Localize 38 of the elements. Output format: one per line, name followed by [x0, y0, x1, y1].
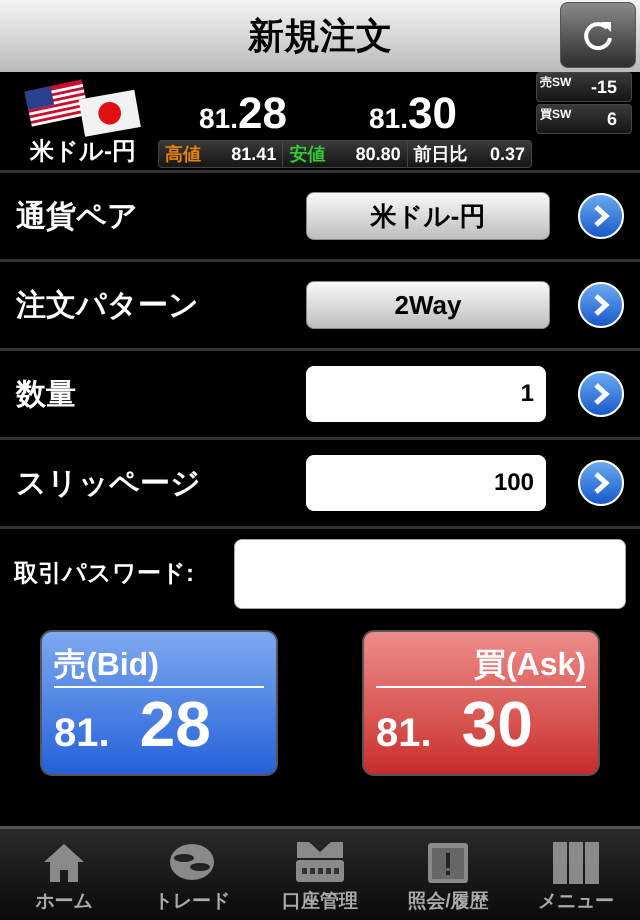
price-text: 81.30 [368, 92, 458, 138]
tab-item[interactable]: メニュー [512, 829, 640, 920]
tab-item[interactable]: トレード [128, 829, 256, 920]
grid-icon [553, 842, 599, 884]
field-label: 数量 [16, 376, 77, 412]
stat-label: 高値 [165, 142, 201, 166]
chevron-button[interactable] [578, 371, 624, 417]
order-button[interactable]: 買(Ask) 81. 30 [362, 630, 600, 776]
field-label: スリッページ [16, 466, 202, 502]
stat-value: 80.80 [356, 142, 401, 166]
select-button[interactable]: 米ドル-円 [306, 192, 550, 240]
chevron-button[interactable] [578, 193, 624, 239]
input-field[interactable]: 1 [306, 366, 546, 422]
tab-item[interactable]: 照会/履歴 [384, 829, 512, 920]
sw-value: 6 [606, 108, 617, 131]
chevron-button[interactable] [578, 460, 624, 506]
pair-name: 米ドル-円 [30, 137, 136, 167]
chevron-button[interactable] [578, 282, 624, 328]
window-title: 新規注文 [248, 14, 392, 58]
stat-value: 81.41 [231, 142, 276, 166]
sw-value: -15 [590, 76, 617, 99]
sw-label: 買SW [540, 106, 572, 123]
sw-label: 売SW [540, 74, 572, 91]
stat-label: 安値 [289, 142, 326, 166]
password-field[interactable] [234, 538, 626, 608]
order-button[interactable]: 売(Bid) 81. 28 [40, 630, 278, 776]
select-button[interactable]: 2Way [306, 281, 550, 329]
tab-item[interactable]: ホーム [0, 829, 128, 920]
stat-value: 0.37 [490, 142, 525, 166]
input-field[interactable]: 100 [306, 455, 546, 511]
refresh-button[interactable] [560, 2, 636, 68]
field-label: 取引パスワード: [14, 558, 195, 588]
field-label: 注文パターン [16, 288, 200, 324]
keyboard-icon [295, 840, 345, 884]
price-text: 81.28 [198, 92, 288, 138]
tab-item[interactable]: 口座管理 [256, 829, 384, 920]
field-label: 通貨ペア [16, 198, 139, 234]
stat-label: 前日比 [414, 142, 468, 166]
